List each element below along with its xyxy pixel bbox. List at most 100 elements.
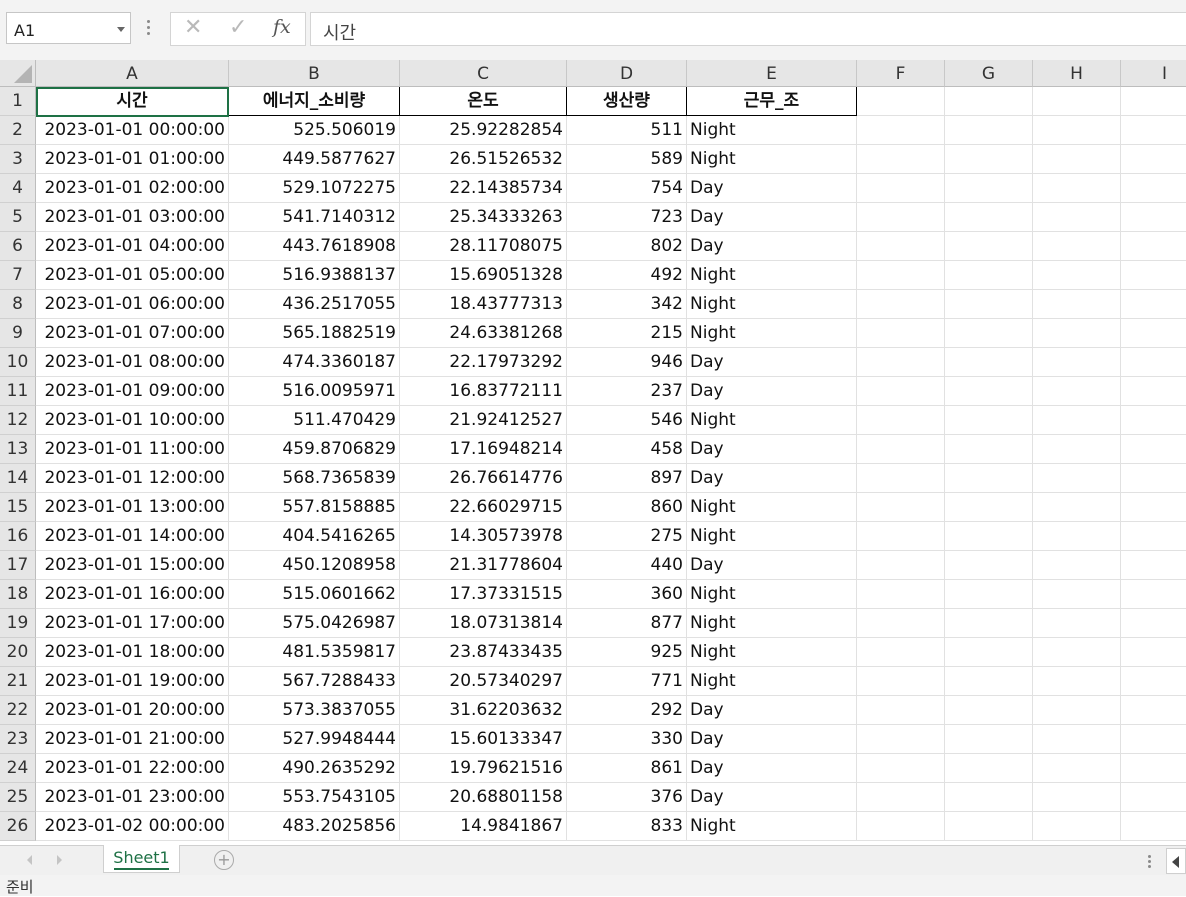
empty-cell[interactable] [857, 174, 945, 203]
empty-cell[interactable] [1033, 435, 1121, 464]
table-cell[interactable]: 2023-01-01 19:00:00 [36, 667, 229, 696]
empty-cell[interactable] [945, 290, 1033, 319]
header-cell[interactable]: 근무_조 [687, 87, 857, 116]
empty-cell[interactable] [857, 725, 945, 754]
table-cell[interactable]: 360 [567, 580, 687, 609]
empty-cell[interactable] [857, 145, 945, 174]
table-cell[interactable]: Day [687, 377, 857, 406]
row-header[interactable]: 25 [0, 783, 36, 812]
empty-cell[interactable] [857, 754, 945, 783]
row-header[interactable]: 3 [0, 145, 36, 174]
table-cell[interactable]: Night [687, 261, 857, 290]
row-header[interactable]: 10 [0, 348, 36, 377]
empty-cell[interactable] [945, 812, 1033, 841]
table-cell[interactable]: 492 [567, 261, 687, 290]
table-cell[interactable]: Night [687, 522, 857, 551]
empty-cell[interactable] [857, 609, 945, 638]
table-cell[interactable]: 553.7543105 [229, 783, 400, 812]
table-cell[interactable]: 2023-01-01 10:00:00 [36, 406, 229, 435]
table-cell[interactable]: 292 [567, 696, 687, 725]
empty-cell[interactable] [945, 725, 1033, 754]
empty-cell[interactable] [857, 232, 945, 261]
empty-cell[interactable] [945, 377, 1033, 406]
table-cell[interactable]: 443.7618908 [229, 232, 400, 261]
table-cell[interactable]: Day [687, 435, 857, 464]
empty-cell[interactable] [1033, 493, 1121, 522]
table-cell[interactable]: 529.1072275 [229, 174, 400, 203]
row-header[interactable]: 12 [0, 406, 36, 435]
table-cell[interactable]: 31.62203632 [400, 696, 567, 725]
table-cell[interactable]: Night [687, 812, 857, 841]
scroll-tabs-left-icon[interactable] [27, 855, 32, 865]
table-cell[interactable]: 440 [567, 551, 687, 580]
empty-cell[interactable] [1033, 783, 1121, 812]
empty-cell[interactable] [1121, 464, 1186, 493]
row-header[interactable]: 13 [0, 435, 36, 464]
table-cell[interactable]: 2023-01-01 21:00:00 [36, 725, 229, 754]
table-cell[interactable]: 18.43777313 [400, 290, 567, 319]
empty-cell[interactable] [857, 406, 945, 435]
cancel-icon[interactable]: ✕ [184, 15, 202, 40]
insert-function-icon[interactable]: fx [273, 16, 291, 38]
row-header[interactable]: 23 [0, 725, 36, 754]
empty-cell[interactable] [945, 667, 1033, 696]
table-cell[interactable]: 2023-01-01 07:00:00 [36, 319, 229, 348]
table-cell[interactable]: Night [687, 116, 857, 145]
empty-cell[interactable] [1033, 580, 1121, 609]
empty-cell[interactable] [1121, 754, 1186, 783]
table-cell[interactable]: 404.5416265 [229, 522, 400, 551]
row-header[interactable]: 7 [0, 261, 36, 290]
row-header[interactable]: 20 [0, 638, 36, 667]
table-cell[interactable]: 546 [567, 406, 687, 435]
table-cell[interactable]: Night [687, 319, 857, 348]
empty-cell[interactable] [1121, 725, 1186, 754]
empty-cell[interactable] [1033, 319, 1121, 348]
table-cell[interactable]: 2023-01-02 00:00:00 [36, 812, 229, 841]
empty-cell[interactable] [945, 580, 1033, 609]
table-cell[interactable]: 28.11708075 [400, 232, 567, 261]
table-cell[interactable]: 25.34333263 [400, 203, 567, 232]
empty-cell[interactable] [945, 493, 1033, 522]
table-cell[interactable]: 490.2635292 [229, 754, 400, 783]
empty-cell[interactable] [1033, 290, 1121, 319]
table-cell[interactable]: 2023-01-01 17:00:00 [36, 609, 229, 638]
row-header[interactable]: 5 [0, 203, 36, 232]
table-cell[interactable]: 26.76614776 [400, 464, 567, 493]
table-cell[interactable]: 22.14385734 [400, 174, 567, 203]
empty-cell[interactable] [945, 319, 1033, 348]
row-header[interactable]: 22 [0, 696, 36, 725]
table-cell[interactable]: 17.16948214 [400, 435, 567, 464]
empty-cell[interactable] [1121, 580, 1186, 609]
empty-cell[interactable] [857, 319, 945, 348]
table-cell[interactable]: 2023-01-01 23:00:00 [36, 783, 229, 812]
empty-cell[interactable] [1033, 203, 1121, 232]
row-header[interactable]: 18 [0, 580, 36, 609]
row-header[interactable]: 6 [0, 232, 36, 261]
empty-cell[interactable] [857, 812, 945, 841]
enter-icon[interactable]: ✓ [229, 15, 247, 40]
empty-cell[interactable] [1121, 493, 1186, 522]
empty-cell[interactable] [945, 464, 1033, 493]
table-cell[interactable]: 18.07313814 [400, 609, 567, 638]
table-cell[interactable]: 24.63381268 [400, 319, 567, 348]
empty-cell[interactable] [1121, 203, 1186, 232]
table-cell[interactable]: 754 [567, 174, 687, 203]
empty-cell[interactable] [945, 696, 1033, 725]
column-header-d[interactable]: D [567, 60, 687, 87]
column-header-g[interactable]: G [945, 60, 1033, 87]
table-cell[interactable]: 2023-01-01 14:00:00 [36, 522, 229, 551]
empty-cell[interactable] [857, 87, 945, 116]
empty-cell[interactable] [945, 406, 1033, 435]
table-cell[interactable]: 2023-01-01 12:00:00 [36, 464, 229, 493]
empty-cell[interactable] [1033, 116, 1121, 145]
empty-cell[interactable] [1121, 522, 1186, 551]
row-header[interactable]: 17 [0, 551, 36, 580]
table-cell[interactable]: 897 [567, 464, 687, 493]
table-cell[interactable]: Day [687, 232, 857, 261]
empty-cell[interactable] [857, 116, 945, 145]
row-header[interactable]: 19 [0, 609, 36, 638]
column-header-i[interactable]: I [1121, 60, 1186, 87]
empty-cell[interactable] [1033, 696, 1121, 725]
table-cell[interactable]: 14.9841867 [400, 812, 567, 841]
row-header[interactable]: 26 [0, 812, 36, 841]
